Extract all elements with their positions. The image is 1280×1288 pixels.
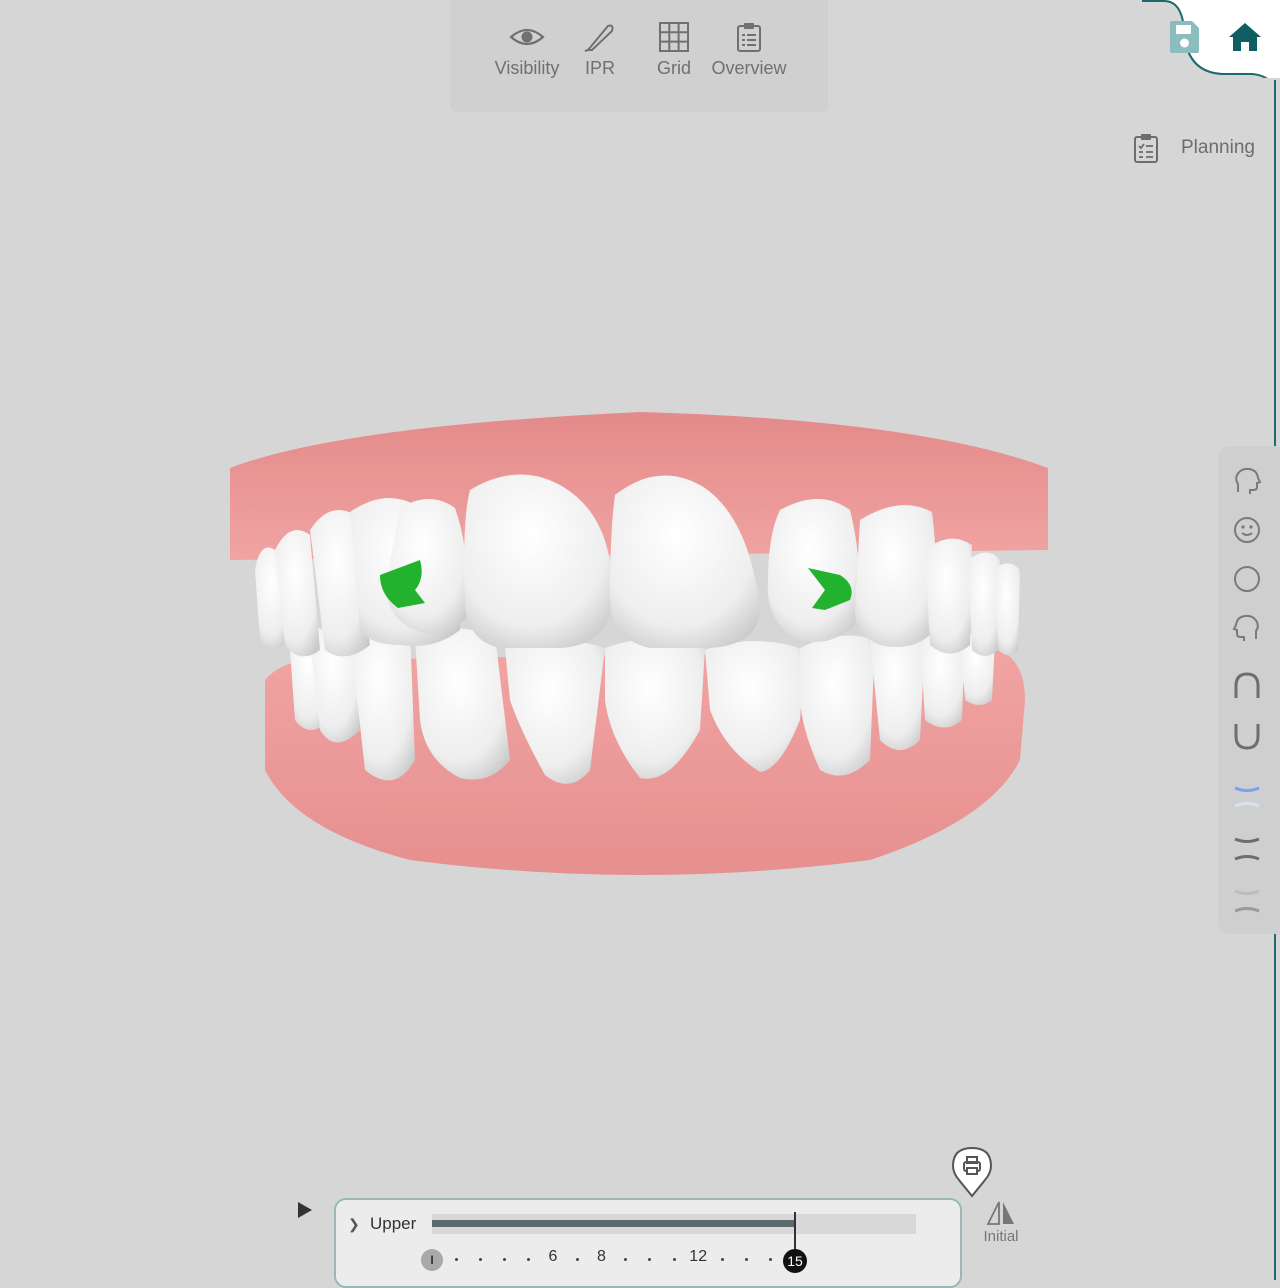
step-dot[interactable] bbox=[575, 1258, 579, 1261]
step-dot[interactable] bbox=[769, 1258, 773, 1261]
step-dot[interactable] bbox=[648, 1258, 652, 1261]
bite-lower-icon[interactable] bbox=[1232, 886, 1262, 916]
step-number[interactable]: 6 bbox=[549, 1248, 558, 1266]
ipr-label: IPR bbox=[584, 58, 615, 78]
step-dot[interactable] bbox=[454, 1258, 458, 1261]
ipr-tool[interactable]: IPR bbox=[580, 22, 620, 79]
grid-icon bbox=[659, 22, 689, 52]
home-button[interactable] bbox=[1228, 22, 1262, 52]
step-dot[interactable] bbox=[720, 1258, 724, 1261]
step-dot[interactable] bbox=[503, 1258, 507, 1261]
initial-label: Initial bbox=[983, 1228, 1019, 1245]
step-dot[interactable] bbox=[672, 1258, 676, 1261]
save-button[interactable] bbox=[1168, 20, 1200, 54]
dental-model-viewport[interactable] bbox=[220, 400, 1060, 890]
face-front-icon[interactable] bbox=[1232, 515, 1262, 545]
eye-icon bbox=[509, 28, 545, 46]
top-toolbar: Visibility IPR Grid Overview bbox=[450, 0, 828, 112]
expand-chevron-icon[interactable]: ❯ bbox=[348, 1216, 360, 1233]
bite-front-icon[interactable] bbox=[1232, 782, 1262, 812]
view-sidebar bbox=[1218, 446, 1280, 934]
head-left-icon[interactable] bbox=[1232, 466, 1262, 496]
initial-button[interactable]: Initial bbox=[976, 1200, 1026, 1245]
mirror-triangle-icon bbox=[986, 1201, 1014, 1225]
head-right-icon[interactable] bbox=[1232, 613, 1262, 643]
visibility-label: Visibility bbox=[494, 58, 560, 78]
print-pin-icon[interactable] bbox=[951, 1146, 993, 1198]
timeline-panel: ❯ Upper I 15 6 8 12 bbox=[334, 1198, 962, 1288]
step-number[interactable]: 12 bbox=[689, 1248, 707, 1266]
step-dot[interactable] bbox=[745, 1258, 749, 1261]
overview-label: Overview bbox=[711, 58, 787, 78]
save-icon bbox=[1170, 21, 1199, 53]
grid-label: Grid bbox=[656, 58, 691, 78]
planning-label: Planning bbox=[1181, 137, 1255, 158]
home-icon bbox=[1229, 23, 1261, 51]
circle-view-icon[interactable] bbox=[1232, 564, 1262, 594]
step-dot[interactable] bbox=[478, 1258, 482, 1261]
start-step-knob[interactable]: I bbox=[421, 1249, 443, 1271]
clipboard-check-icon bbox=[1134, 134, 1158, 163]
step-dot[interactable] bbox=[527, 1258, 531, 1261]
visibility-tool[interactable]: Visibility bbox=[488, 22, 566, 79]
overview-tool[interactable]: Overview bbox=[708, 22, 790, 79]
timeline-progress bbox=[432, 1220, 795, 1227]
arch-lower-icon[interactable] bbox=[1232, 722, 1262, 752]
step-number[interactable]: 8 bbox=[597, 1248, 606, 1266]
current-step-knob[interactable]: 15 bbox=[783, 1249, 807, 1273]
scalpel-icon bbox=[584, 24, 614, 52]
bite-both-icon[interactable] bbox=[1232, 834, 1262, 864]
step-dot[interactable] bbox=[624, 1258, 628, 1261]
arch-upper-icon[interactable] bbox=[1232, 670, 1262, 700]
arch-label: Upper bbox=[370, 1214, 417, 1233]
timeline-track[interactable] bbox=[432, 1212, 916, 1258]
planning-button[interactable]: Planning bbox=[1133, 132, 1255, 164]
grid-tool[interactable]: Grid bbox=[652, 22, 696, 79]
step-ruler: I 15 6 8 12 bbox=[336, 1248, 960, 1273]
clipboard-icon bbox=[737, 23, 761, 52]
play-icon[interactable] bbox=[296, 1200, 314, 1220]
